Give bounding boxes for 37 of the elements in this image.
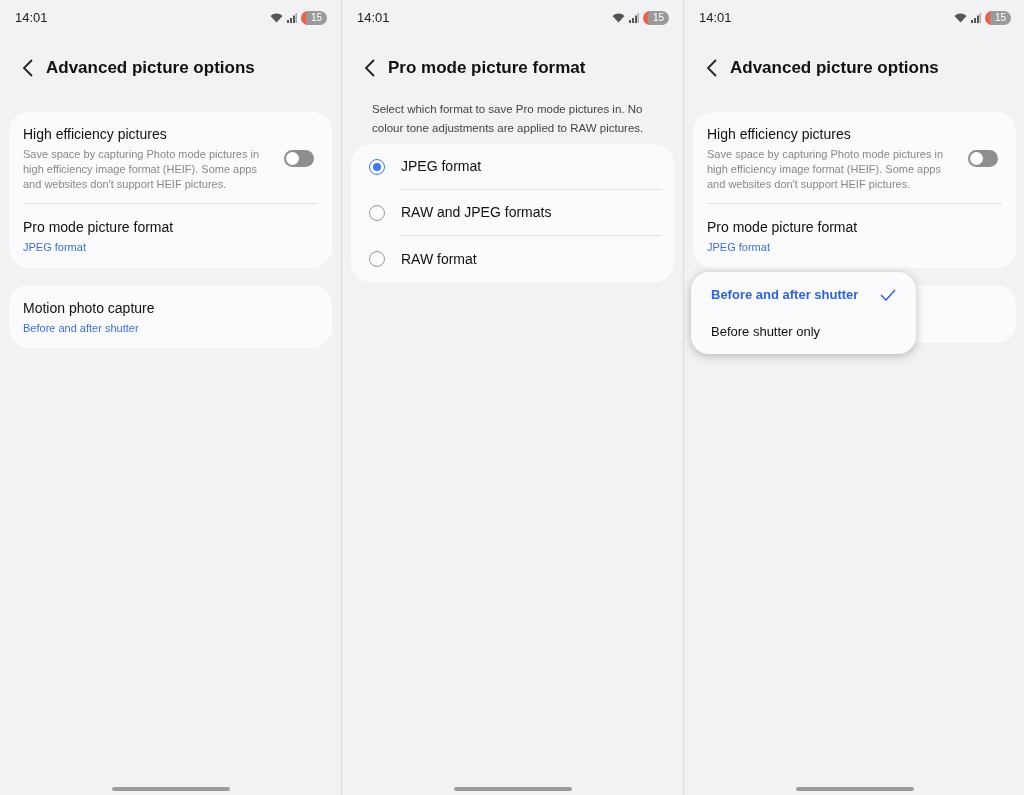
battery-indicator: 15	[300, 11, 327, 25]
signal-icon	[970, 13, 981, 23]
wifi-icon	[269, 13, 283, 23]
status-time: 14:01	[15, 9, 48, 28]
radio-option[interactable]: RAW format	[351, 236, 674, 282]
setting-title: Pro mode picture format	[23, 218, 175, 237]
description-text: Select which format to save Pro mode pictures in. No colour tone adjustments are applied to RAW pictures.	[371, 102, 645, 136]
setting-title: Pro mode picture format	[707, 218, 859, 237]
status-time: 14:01	[357, 9, 390, 28]
setting-description: Save space by capturing Photo mode pictures in high efficiency image format (HEIF). Some apps and websites don't support HEIF pictures.	[23, 147, 261, 192]
setting-value: JPEG format	[23, 240, 87, 255]
menu-option[interactable]: Before shutter only	[691, 313, 916, 350]
setting-description: Save space by capturing Photo mode pictures in high efficiency image format (HEIF). Some apps and websites don't support HEIF pictures.	[707, 147, 945, 192]
setting-title: High efficiency pictures	[707, 125, 852, 144]
setting-title: High efficiency pictures	[23, 125, 168, 144]
menu-option[interactable]: Before and after shutter	[691, 276, 916, 313]
screen-title: Advanced picture options	[730, 57, 939, 80]
setting-title: Motion photo capture	[23, 298, 156, 318]
toggle-switch[interactable]	[968, 149, 998, 167]
toggle-switch[interactable]	[284, 149, 314, 167]
screen-title: Pro mode picture format	[388, 57, 586, 80]
check-icon	[880, 288, 896, 301]
back-icon[interactable]	[22, 59, 34, 77]
battery-indicator: 15	[984, 11, 1011, 25]
signal-icon	[628, 13, 639, 23]
back-icon[interactable]	[364, 59, 376, 77]
status-time: 14:01	[699, 9, 732, 28]
screen-title: Advanced picture options	[46, 57, 255, 80]
radio-option[interactable]: RAW and JPEG formats	[351, 190, 674, 236]
setting-value: Before and after shutter	[23, 320, 140, 336]
radio-option[interactable]: JPEG format	[351, 144, 674, 190]
wifi-icon	[611, 13, 625, 23]
battery-indicator: 15	[642, 11, 669, 25]
signal-icon	[286, 13, 297, 23]
wifi-icon	[953, 13, 967, 23]
back-icon[interactable]	[706, 59, 718, 77]
setting-value: JPEG format	[707, 240, 771, 255]
